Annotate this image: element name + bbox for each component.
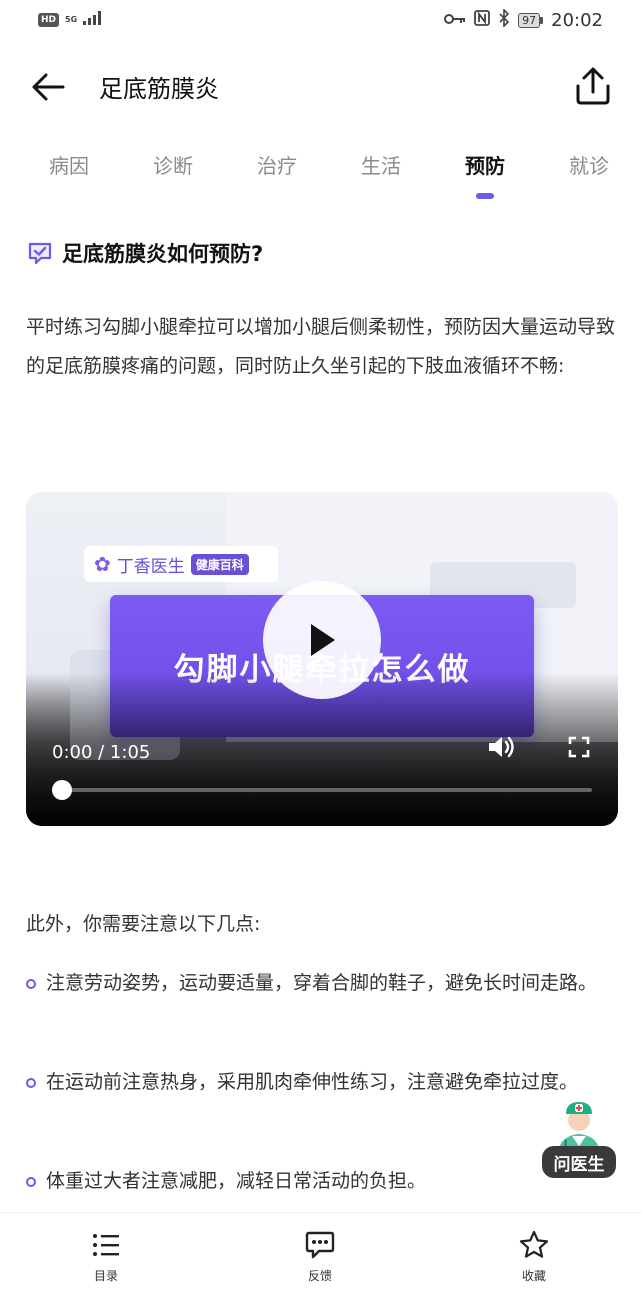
volume-button[interactable] <box>486 732 516 762</box>
chat-bubble-icon <box>304 1229 336 1261</box>
status-right: 97 20:02 <box>444 7 603 32</box>
list-item-text: 在运动前注意热身，采用肌肉牵伸性练习，注意避免牵拉过度。 <box>46 1071 579 1093</box>
bottom-bar: 目录 反馈 收藏 <box>0 1212 641 1308</box>
tab-cause[interactable]: 病因 <box>34 150 104 179</box>
list-item-text: 注意劳动姿势，运动要适量，穿着合脚的鞋子，避免长时间走路。 <box>46 972 598 994</box>
feedback-button[interactable]: 反馈 <box>280 1229 360 1284</box>
favorite-button[interactable]: 收藏 <box>494 1229 574 1284</box>
ask-doctor-button[interactable]: 问医生 <box>542 1100 616 1180</box>
fullscreen-icon <box>568 736 590 758</box>
catalog-label: 目录 <box>93 1269 118 1283</box>
list-item: 在运动前注意热身，采用肌肉牵伸性练习，注意避免牵拉过度。 <box>26 1063 616 1102</box>
video-time: 0:00 / 1:05 <box>52 742 151 763</box>
bullet-dot-icon <box>26 979 36 989</box>
ask-doctor-label: 问医生 <box>542 1146 616 1178</box>
tab-lifestyle[interactable]: 生活 <box>346 150 416 179</box>
bullet-dot-icon <box>26 1078 36 1088</box>
arrow-left-icon <box>32 73 65 101</box>
tab-treatment[interactable]: 治疗 <box>242 150 312 179</box>
outro-paragraph: 此外，你需要注意以下几点: <box>26 913 261 935</box>
play-button[interactable] <box>263 581 381 699</box>
catalog-button[interactable]: 目录 <box>66 1229 146 1284</box>
hd-badge: HD <box>38 13 60 27</box>
bluetooth-icon <box>498 7 510 32</box>
section-title: 足底筋膜炎如何预防? <box>62 242 264 266</box>
share-icon <box>576 67 610 105</box>
video-progress-track[interactable] <box>62 788 592 792</box>
active-tab-indicator <box>476 193 494 199</box>
video-brand-badge: ✿ 丁香医生 健康百科 <box>84 546 278 582</box>
status-left: HD 5G <box>38 10 102 30</box>
battery-icon: 97 <box>518 12 544 28</box>
play-icon <box>311 624 335 656</box>
video-progress-knob[interactable] <box>52 780 72 800</box>
brand-tag: 健康百科 <box>190 553 249 575</box>
list-icon <box>90 1229 122 1261</box>
section-heading: 足底筋膜炎如何预防? <box>26 238 263 268</box>
signal-icon <box>83 10 102 30</box>
status-bar: HD 5G 97 20:02 <box>0 0 641 40</box>
list-item: 体重过大者注意减肥，减轻日常活动的负担。 <box>26 1162 616 1201</box>
feedback-label: 反馈 <box>307 1269 332 1283</box>
key-icon <box>444 10 466 30</box>
list-item-text: 体重过大者注意减肥，减轻日常活动的负担。 <box>46 1170 427 1192</box>
brand-name: 丁香医生 <box>116 556 185 577</box>
checkmark-message-icon <box>26 239 54 267</box>
tab-bar: 病因 诊断 治疗 生活 预防 就诊 <box>0 150 641 206</box>
volume-icon <box>489 736 514 758</box>
intro-paragraph: 平时练习勾脚小腿牵拉可以增加小腿后侧柔韧性，预防因大量运动导致的足底筋膜疼痛的问… <box>26 316 616 377</box>
favorite-label: 收藏 <box>521 1269 546 1283</box>
network-type: 5G <box>65 15 78 24</box>
page-title: 足底筋膜炎 <box>99 75 219 103</box>
clock: 20:02 <box>551 9 603 31</box>
tab-visit[interactable]: 就诊 <box>554 150 624 179</box>
nfc-icon <box>474 9 491 31</box>
tab-diagnosis[interactable]: 诊断 <box>138 150 208 179</box>
back-button[interactable] <box>26 65 70 109</box>
tab-prevention[interactable]: 预防 <box>450 150 520 179</box>
share-button[interactable] <box>570 63 616 109</box>
battery-level: 97 <box>518 12 541 28</box>
list-item: 注意劳动姿势，运动要适量，穿着合脚的鞋子，避免长时间走路。 <box>26 964 616 1003</box>
star-icon <box>518 1229 550 1261</box>
fullscreen-button[interactable] <box>566 734 592 760</box>
video-player[interactable]: ✿ 丁香医生 健康百科 勾脚小腿牵拉怎么做 0:00 / 1:05 <box>26 492 618 826</box>
header: 足底筋膜炎 <box>0 55 641 117</box>
bullet-dot-icon <box>26 1177 36 1187</box>
flower-logo-icon: ✿ <box>94 552 111 576</box>
